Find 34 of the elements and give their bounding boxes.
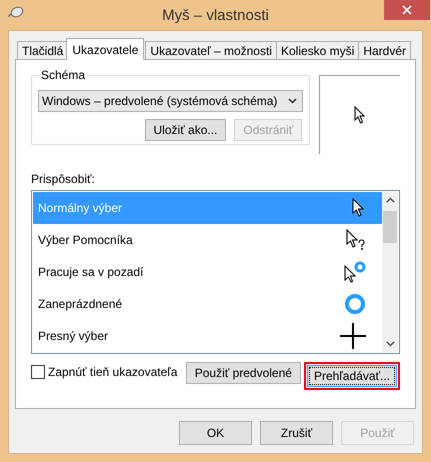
cursor-arrow-icon bbox=[352, 198, 366, 218]
tab[interactable]: Ukazovateľ – možnosti bbox=[145, 41, 277, 60]
list-item[interactable]: Presný výber bbox=[33, 320, 382, 352]
scrollbar[interactable] bbox=[382, 192, 398, 352]
checkbox[interactable] bbox=[31, 365, 45, 379]
browse-button[interactable]: Prehľadávať... bbox=[306, 365, 397, 387]
chevron-up-icon bbox=[386, 197, 394, 203]
tab[interactable]: Ukazovatele bbox=[66, 38, 144, 60]
scheme-dropdown[interactable]: Windows – predvolené (systémová schéma) bbox=[38, 90, 304, 112]
list-item[interactable]: Pracuje sa v pozadí bbox=[33, 256, 382, 288]
scrollbar-thumb[interactable] bbox=[383, 211, 397, 243]
group-label: Schéma bbox=[39, 68, 88, 82]
crosshair-icon bbox=[340, 323, 366, 349]
help-cursor-icon bbox=[346, 229, 366, 251]
tab[interactable]: Koliesko myši bbox=[276, 41, 360, 60]
customize-label: Prispôsobiť: bbox=[31, 172, 96, 186]
cursor-arrow-icon bbox=[354, 106, 366, 124]
list-item[interactable]: Výber Pomocníka bbox=[33, 224, 382, 256]
chevron-down-icon bbox=[288, 98, 298, 104]
mouse-icon bbox=[8, 6, 24, 18]
window-title: Myš – vlastnosti bbox=[162, 6, 269, 24]
checkbox-label: Zapnúť tieň ukazovateľa bbox=[48, 365, 178, 379]
tab[interactable]: Hardvér bbox=[358, 41, 412, 60]
chevron-down-icon bbox=[386, 341, 394, 347]
busy-cursor-icon bbox=[344, 293, 366, 315]
ok-button[interactable]: OK bbox=[179, 421, 252, 445]
working-cursor-icon bbox=[344, 261, 366, 283]
close-icon bbox=[402, 5, 412, 15]
list-item[interactable]: Zaneprázdnené bbox=[33, 288, 382, 320]
tab[interactable]: Tlačidlá bbox=[17, 41, 68, 60]
close-button[interactable] bbox=[384, 0, 430, 20]
save-as-button[interactable]: Uložiť ako... bbox=[144, 119, 226, 141]
use-default-button[interactable]: Použiť predvolené bbox=[186, 362, 301, 384]
cancel-button[interactable]: Zrušiť bbox=[260, 421, 333, 445]
